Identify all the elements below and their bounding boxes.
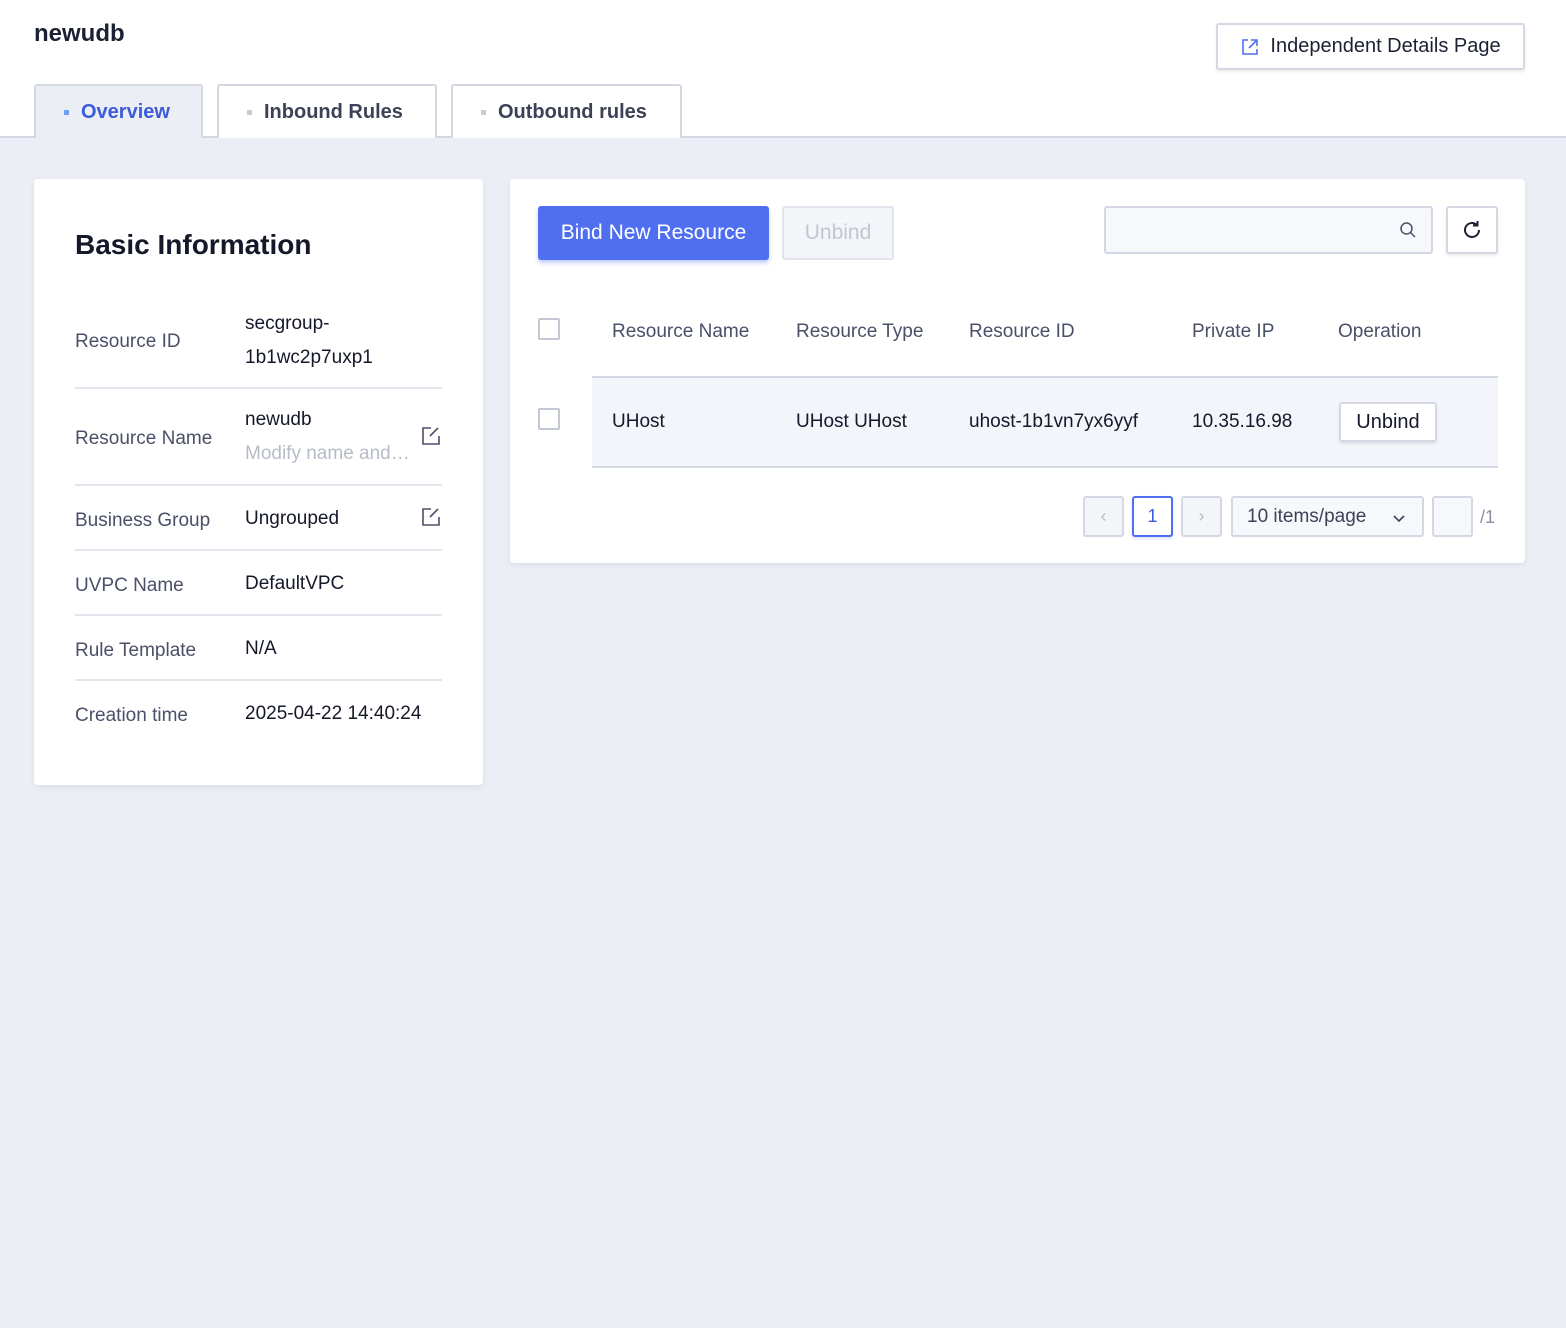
- tab-dot-icon: [481, 109, 486, 115]
- column-header-resource-name: Resource Name: [612, 321, 750, 342]
- cell-resource-type: UHost UHost: [796, 411, 907, 432]
- page-size-select[interactable]: 10 items/page: [1231, 496, 1424, 537]
- info-row-business-group: Business Group Ungrouped: [75, 486, 442, 551]
- tab-inbound-rules[interactable]: Inbound Rules: [217, 84, 437, 138]
- pagination-page-button[interactable]: 1: [1132, 496, 1173, 537]
- resource-id-value: secgroup- 1b1wc2p7uxp1: [245, 307, 373, 375]
- external-link-icon: [1242, 38, 1259, 55]
- info-label: UVPC Name: [75, 575, 184, 596]
- refresh-button[interactable]: [1446, 206, 1498, 254]
- basic-information-title: Basic Information: [75, 229, 312, 260]
- row-checkbox[interactable]: [538, 408, 560, 430]
- tab-bar: Overview Inbound Rules Outbound rules: [34, 84, 682, 138]
- info-row-rule-template: Rule Template N/A: [75, 616, 442, 681]
- tab-dot-icon: [247, 109, 252, 115]
- tab-dot-icon: [64, 109, 69, 115]
- refresh-icon: [1464, 221, 1480, 238]
- bound-resources-card: Bind New Resource Unbind Resource Name R…: [510, 179, 1525, 563]
- info-label: Business Group: [75, 510, 211, 531]
- resource-id-line1: secgroup-: [245, 313, 330, 334]
- resource-name-text: newudb: [245, 409, 312, 430]
- chevron-down-icon: [1393, 515, 1405, 523]
- info-label: Resource Name: [75, 428, 213, 449]
- uvpc-name-value: DefaultVPC: [245, 573, 345, 594]
- resource-id-line2: 1b1wc2p7uxp1: [245, 347, 373, 368]
- info-label: Creation time: [75, 705, 188, 726]
- tab-inbound-rules-label: Inbound Rules: [264, 100, 403, 123]
- tab-overview[interactable]: Overview: [34, 84, 203, 138]
- column-header-operation: Operation: [1338, 321, 1422, 342]
- basic-information-card: Basic Information Resource ID secgroup- …: [34, 179, 483, 785]
- rule-template-value: N/A: [245, 638, 277, 659]
- info-label: Rule Template: [75, 640, 197, 661]
- search-icon[interactable]: [1399, 221, 1417, 239]
- page-jump-input[interactable]: [1432, 496, 1473, 537]
- resource-name-remark-placeholder: Modify name and remark: [245, 443, 413, 464]
- independent-details-page-label: Independent Details Page: [1270, 35, 1501, 57]
- tab-overview-label: Overview: [81, 100, 170, 123]
- column-header-resource-type: Resource Type: [796, 321, 924, 342]
- edit-icon[interactable]: [420, 425, 442, 447]
- business-group-value: Ungrouped: [245, 508, 340, 529]
- select-all-checkbox[interactable]: [538, 318, 560, 340]
- cell-resource-name: UHost: [612, 411, 665, 432]
- column-header-private-ip: Private IP: [1192, 321, 1275, 342]
- cell-resource-id: uhost-1b1vn7yx6yyf: [969, 411, 1138, 432]
- info-row-creation-time: Creation time 2025-04-22 14:40:24: [75, 681, 442, 746]
- edit-icon[interactable]: [420, 506, 442, 528]
- page-header: newudb Independent Details Page Overview…: [0, 0, 1566, 138]
- info-row-uvpc-name: UVPC Name DefaultVPC: [75, 551, 442, 616]
- page-title: newudb: [34, 20, 125, 47]
- info-row-resource-name: Resource Name newudb Modify name and rem…: [75, 389, 442, 486]
- cell-private-ip: 10.35.16.98: [1192, 411, 1293, 432]
- search-input[interactable]: [1116, 216, 1386, 244]
- page-size-label: 10 items/page: [1247, 505, 1367, 527]
- creation-time-value: 2025-04-22 14:40:24: [245, 703, 422, 724]
- bind-new-resource-button[interactable]: Bind New Resource: [538, 206, 769, 260]
- independent-details-page-button[interactable]: Independent Details Page: [1216, 23, 1525, 70]
- tab-outbound-rules-label: Outbound rules: [498, 100, 647, 123]
- pagination-prev-button[interactable]: ‹: [1083, 496, 1124, 537]
- resource-name-value: newudb Modify name and remark: [245, 403, 413, 471]
- row-unbind-button[interactable]: Unbind: [1339, 402, 1437, 442]
- page-total: /1: [1480, 507, 1496, 527]
- info-row-resource-id: Resource ID secgroup- 1b1wc2p7uxp1: [75, 307, 442, 389]
- search-box: [1104, 206, 1433, 254]
- tab-outbound-rules[interactable]: Outbound rules: [451, 84, 682, 138]
- unbind-button-disabled: Unbind: [782, 206, 894, 260]
- column-header-resource-id: Resource ID: [969, 321, 1075, 342]
- pagination-next-button[interactable]: ›: [1181, 496, 1222, 537]
- info-label: Resource ID: [75, 331, 181, 352]
